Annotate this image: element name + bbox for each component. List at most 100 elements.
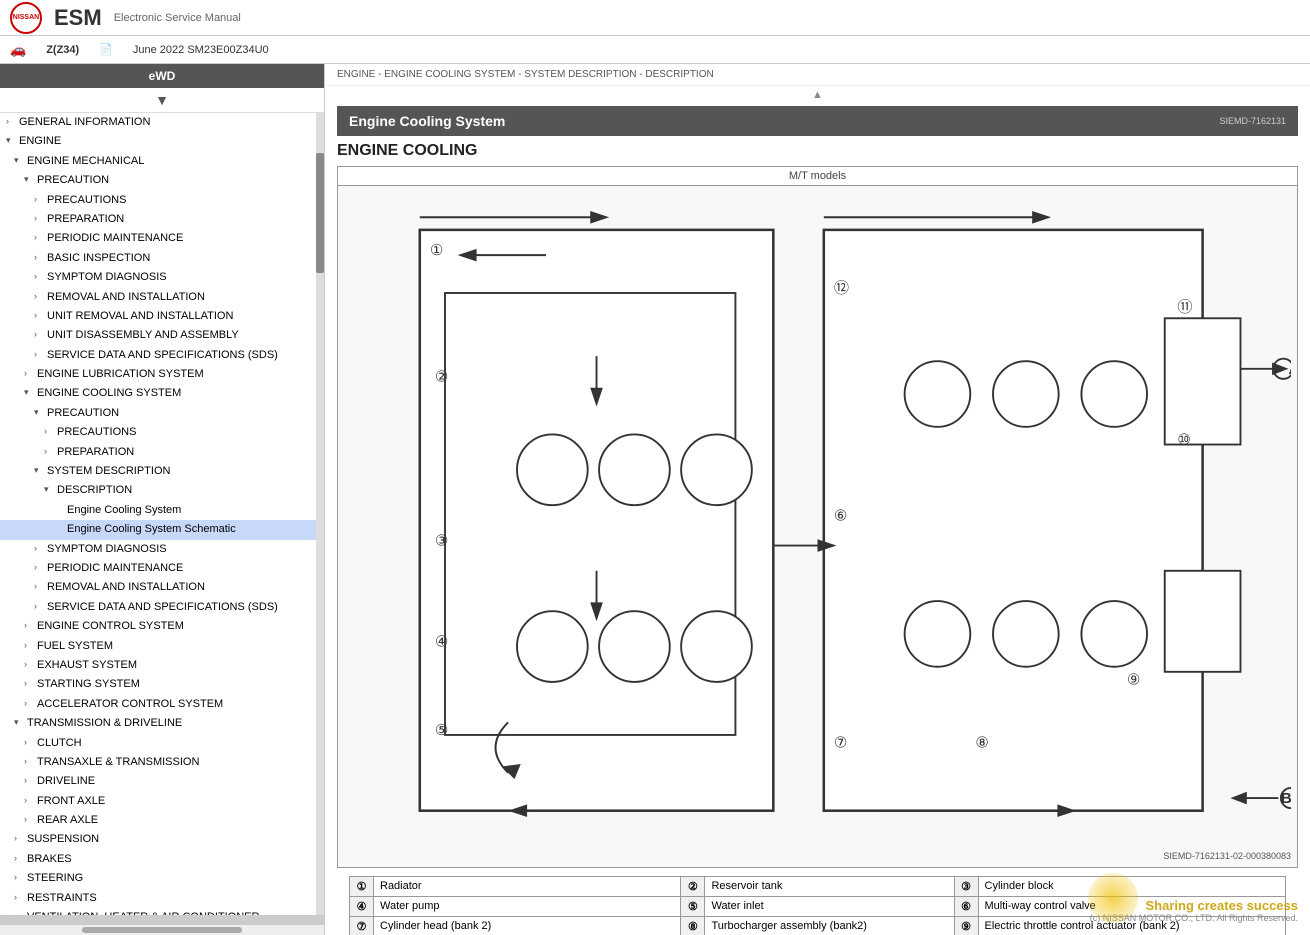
sidebar-tree: ›GENERAL INFORMATION▾ENGINE▾ENGINE MECHA… <box>0 113 316 915</box>
sidebar-item-starting-system[interactable]: ›STARTING SYSTEM <box>0 675 316 694</box>
svg-text:①: ① <box>430 242 444 259</box>
sidebar-item-clutch[interactable]: ›CLUTCH <box>0 734 316 753</box>
scroll-up-arrow[interactable]: ▲ <box>325 86 1310 104</box>
esm-subtitle: Electronic Service Manual <box>114 12 241 24</box>
sidebar-item-service-data[interactable]: ›SERVICE DATA AND SPECIFICATIONS (SDS) <box>0 346 316 365</box>
section-subtitle: ENGINE COOLING <box>337 142 1298 160</box>
tree-item-label: PERIODIC MAINTENANCE <box>47 561 183 576</box>
sidebar-item-preparation2[interactable]: ›PREPARATION <box>0 443 316 462</box>
tree-item-label: ENGINE LUBRICATION SYSTEM <box>37 367 204 382</box>
tree-item-label: UNIT REMOVAL AND INSTALLATION <box>47 309 233 324</box>
part-name-5: Water inlet <box>705 896 954 916</box>
tree-item-label: ENGINE CONTROL SYSTEM <box>37 619 184 634</box>
sidebar-item-accelerator[interactable]: ›ACCELERATOR CONTROL SYSTEM <box>0 695 316 714</box>
section-header-title: Engine Cooling System <box>349 113 505 129</box>
sidebar-item-engine-cooling[interactable]: ▾ENGINE COOLING SYSTEM <box>0 384 316 403</box>
sidebar-item-removal-installation[interactable]: ›REMOVAL AND INSTALLATION <box>0 288 316 307</box>
sidebar-item-engine-lubrication[interactable]: ›ENGINE LUBRICATION SYSTEM <box>0 365 316 384</box>
sidebar-item-restraints[interactable]: ›RESTRAINTS <box>0 889 316 908</box>
sidebar-item-unit-removal-installation[interactable]: ›UNIT REMOVAL AND INSTALLATION <box>0 307 316 326</box>
svg-text:③: ③ <box>435 533 449 550</box>
sidebar-item-precautions[interactable]: ›PRECAUTIONS <box>0 191 316 210</box>
sidebar-item-transmission[interactable]: ▾TRANSMISSION & DRIVELINE <box>0 714 316 733</box>
sidebar-item-transaxle[interactable]: ›TRANSAXLE & TRANSMISSION <box>0 753 316 772</box>
tree-item-arrow: › <box>34 600 44 613</box>
sidebar-hscroll-thumb[interactable] <box>82 927 242 933</box>
sidebar-item-engine-cooling-schematic[interactable]: Engine Cooling System Schematic <box>0 520 316 539</box>
svg-text:⑧: ⑧ <box>975 735 989 752</box>
sidebar-item-ventilation[interactable]: ›VENTILATION, HEATER & AIR CONDITIONER <box>0 908 316 915</box>
part-name-7: Cylinder head (bank 2) <box>374 916 681 935</box>
mt-models-label: M/T models <box>337 166 1298 185</box>
sidebar-item-removal-installation2[interactable]: ›REMOVAL AND INSTALLATION <box>0 578 316 597</box>
tree-item-arrow: › <box>14 891 24 904</box>
engine-cooling-diagram: A B ① ② ③ ④ ⑤ ⑫ ⑪ ⑩ <box>337 185 1298 868</box>
sidebar-item-engine-cooling-system[interactable]: Engine Cooling System <box>0 501 316 520</box>
tree-item-label: SYSTEM DESCRIPTION <box>47 464 170 479</box>
sidebar-item-engine-mechanical[interactable]: ▾ENGINE MECHANICAL <box>0 152 316 171</box>
part-num-9: ⑨ <box>954 916 978 935</box>
part-num-1: ① <box>350 876 374 896</box>
svg-text:⑤: ⑤ <box>435 722 449 739</box>
part-num-6: ⑥ <box>954 896 978 916</box>
sidebar-item-general-info[interactable]: ›GENERAL INFORMATION <box>0 113 316 132</box>
sidebar-item-periodic-maintenance2[interactable]: ›PERIODIC MAINTENANCE <box>0 559 316 578</box>
sidebar-item-exhaust-system[interactable]: ›EXHAUST SYSTEM <box>0 656 316 675</box>
sidebar-item-engine-control[interactable]: ›ENGINE CONTROL SYSTEM <box>0 617 316 636</box>
tree-item-arrow: › <box>34 212 44 225</box>
sidebar-item-service-data2[interactable]: ›SERVICE DATA AND SPECIFICATIONS (SDS) <box>0 598 316 617</box>
manual-ref-icon: 📄 <box>99 43 113 56</box>
section-header-id: SIEMD-7162131 <box>1219 116 1286 126</box>
sidebar-scroll-thumb[interactable] <box>316 153 324 273</box>
tree-item-arrow: › <box>24 677 34 690</box>
sidebar-item-preparation[interactable]: ›PREPARATION <box>0 210 316 229</box>
tree-item-arrow: › <box>34 348 44 361</box>
tree-item-label: DESCRIPTION <box>57 483 132 498</box>
sidebar-bottom-bar <box>0 915 324 925</box>
sidebar-item-basic-inspection[interactable]: ›BASIC INSPECTION <box>0 249 316 268</box>
sidebar-item-driveline[interactable]: ›DRIVELINE <box>0 772 316 791</box>
sidebar-item-precaution2[interactable]: ▾PRECAUTION <box>0 404 316 423</box>
sidebar-item-unit-disassembly[interactable]: ›UNIT DISASSEMBLY AND ASSEMBLY <box>0 326 316 345</box>
sidebar-tab[interactable]: eWD <box>0 64 324 88</box>
tree-item-arrow: › <box>34 328 44 341</box>
sidebar-item-brakes[interactable]: ›BRAKES <box>0 850 316 869</box>
sidebar-item-symptom-diagnosis2[interactable]: ›SYMPTOM DIAGNOSIS <box>0 540 316 559</box>
part-num-2: ② <box>681 876 705 896</box>
tree-item-label: SERVICE DATA AND SPECIFICATIONS (SDS) <box>47 600 278 615</box>
sidebar-item-suspension[interactable]: ›SUSPENSION <box>0 830 316 849</box>
sidebar-item-front-axle[interactable]: ›FRONT AXLE <box>0 792 316 811</box>
tree-item-arrow: › <box>44 445 54 458</box>
sidebar-scrollbar[interactable] <box>316 113 324 915</box>
sidebar-item-system-description[interactable]: ▾SYSTEM DESCRIPTION <box>0 462 316 481</box>
sidebar-item-periodic-maintenance[interactable]: ›PERIODIC MAINTENANCE <box>0 229 316 248</box>
sidebar-item-precautions2[interactable]: ›PRECAUTIONS <box>0 423 316 442</box>
sidebar-item-description[interactable]: ▾DESCRIPTION <box>0 481 316 500</box>
part-name-8: Turbocharger assembly (bank2) <box>705 916 954 935</box>
svg-text:⑥: ⑥ <box>834 507 848 524</box>
tree-item-arrow: ▾ <box>14 716 24 729</box>
tree-item-label: SYMPTOM DIAGNOSIS <box>47 542 167 557</box>
sidebar-item-precaution[interactable]: ▾PRECAUTION <box>0 171 316 190</box>
sidebar-horizontal-scroll[interactable] <box>0 925 324 935</box>
sidebar-item-fuel-system[interactable]: ›FUEL SYSTEM <box>0 637 316 656</box>
tree-item-arrow: ▾ <box>34 464 44 477</box>
tree-item-arrow: › <box>34 309 44 322</box>
tree-item-label: ENGINE COOLING SYSTEM <box>37 386 181 401</box>
tree-item-arrow: › <box>34 290 44 303</box>
tree-item-label: TRANSMISSION & DRIVELINE <box>27 716 182 731</box>
tree-item-arrow: › <box>24 639 34 652</box>
sidebar-collapse-arrow[interactable]: ▼ <box>0 88 324 113</box>
tree-item-arrow: › <box>24 658 34 671</box>
sidebar-item-engine[interactable]: ▾ENGINE <box>0 132 316 151</box>
tree-item-label: Engine Cooling System <box>67 503 181 518</box>
tree-item-arrow: ▾ <box>34 406 44 419</box>
tree-item-arrow: › <box>24 367 34 380</box>
svg-text:④: ④ <box>435 634 449 651</box>
tree-item-label: SUSPENSION <box>27 832 99 847</box>
sidebar-item-steering[interactable]: ›STEERING <box>0 869 316 888</box>
sidebar-item-rear-axle[interactable]: ›REAR AXLE <box>0 811 316 830</box>
section-body: ENGINE COOLING M/T models <box>325 136 1310 935</box>
tree-item-label: SERVICE DATA AND SPECIFICATIONS (SDS) <box>47 348 278 363</box>
sidebar-item-symptom-diagnosis[interactable]: ›SYMPTOM DIAGNOSIS <box>0 268 316 287</box>
